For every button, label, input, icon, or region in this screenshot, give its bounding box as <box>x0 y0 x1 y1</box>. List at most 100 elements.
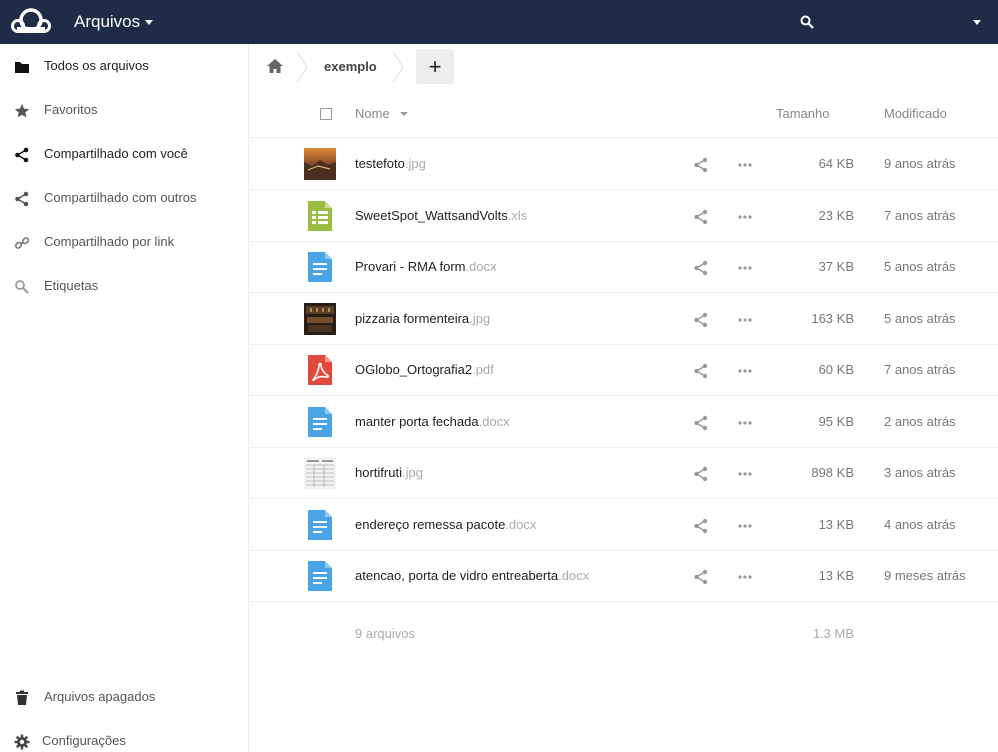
share-icon[interactable] <box>693 260 709 276</box>
file-thumbnail-icon <box>304 302 336 335</box>
table-header: Nome Tamanho Modificado <box>250 94 998 138</box>
file-name[interactable]: endereço remessa pacote.docx <box>355 517 536 532</box>
more-actions-icon[interactable] <box>737 209 753 225</box>
search-icon[interactable] <box>800 15 814 29</box>
breadcrumb-separator-icon <box>392 52 404 82</box>
sidebar-item-label: Arquivos apagados <box>44 689 156 704</box>
breadcrumb-current-folder[interactable]: exemplo <box>324 59 377 74</box>
share-icon[interactable] <box>693 466 709 482</box>
sidebar-item-all-files[interactable]: Todos os arquivos <box>0 44 248 88</box>
share-icon[interactable] <box>693 312 709 328</box>
file-size: 23 KB <box>818 207 854 223</box>
file-modified: 9 meses atrás <box>884 568 966 583</box>
top-header: Arquivos <box>0 0 998 44</box>
file-basename: manter porta fechada <box>355 413 479 429</box>
sidebar-item-shared-with-others[interactable]: Compartilhado com outros <box>0 176 248 220</box>
share-icon[interactable] <box>693 157 709 173</box>
table-row[interactable]: endereço remessa pacote.docx 13 KB 4 anos … <box>250 500 998 551</box>
file-size: 95 KB <box>818 413 854 429</box>
file-extension: .docx <box>465 259 497 274</box>
column-header-name[interactable]: Nome <box>355 106 390 121</box>
share-icon <box>15 191 29 207</box>
share-icon[interactable] <box>693 363 709 379</box>
table-row[interactable]: SweetSpot_WattsandVolts.xls 23 KB 7 anos a… <box>250 191 998 242</box>
table-row[interactable]: OGlobo_Ortografia2.pdf 60 KB 7 anos atrás <box>250 345 998 396</box>
file-name[interactable]: manter porta fechada.docx <box>355 414 510 429</box>
more-actions-icon[interactable] <box>737 260 753 276</box>
sidebar-item-label: Favoritos <box>44 102 98 117</box>
sidebar-item-label: Configurações <box>42 733 126 748</box>
file-modified: 5 anos atrás <box>884 259 956 274</box>
sidebar-item-shared-with-you[interactable]: Compartilhado com você <box>0 132 248 176</box>
sidebar-item-label: Etiquetas <box>44 278 99 293</box>
sidebar-item-tags[interactable]: Etiquetas <box>0 264 248 308</box>
sort-caret-icon[interactable] <box>400 112 408 116</box>
table-row[interactable]: hortifruti.jpg 898 KB 3 anos atrás <box>250 448 998 499</box>
star-icon <box>14 104 30 118</box>
more-actions-icon[interactable] <box>737 415 753 431</box>
sidebar-item-settings[interactable]: Configurações <box>0 719 248 752</box>
file-name[interactable]: hortifruti.jpg <box>355 465 423 480</box>
file-thumbnail-icon <box>304 457 336 489</box>
file-basename: SweetSpot_WattsandVolts <box>355 207 508 223</box>
file-thumbnail-icon <box>304 251 336 283</box>
file-thumbnail-icon <box>304 509 336 541</box>
table-row[interactable]: manter porta fechada.docx 95 KB 2 anos atr… <box>250 397 998 448</box>
file-list-area: exemplo + Nome Tamanho Modificado testef… <box>250 44 998 752</box>
sidebar-item-deleted-files[interactable]: Arquivos apagados <box>0 675 248 719</box>
home-icon[interactable] <box>266 58 284 74</box>
share-icon[interactable] <box>693 209 709 225</box>
more-actions-icon[interactable] <box>737 157 753 173</box>
more-actions-icon[interactable] <box>737 363 753 379</box>
user-menu-caret-icon[interactable] <box>973 20 981 25</box>
more-actions-icon[interactable] <box>737 466 753 482</box>
more-actions-icon[interactable] <box>737 312 753 328</box>
file-name[interactable]: SweetSpot_WattsandVolts.xls <box>355 208 527 223</box>
sidebar-item-label: Compartilhado por link <box>44 234 175 249</box>
sidebar-item-shared-by-link[interactable]: Compartilhado por link <box>0 220 248 264</box>
file-extension: .docx <box>558 568 590 583</box>
file-size: 64 KB <box>818 156 854 171</box>
file-thumbnail-icon <box>304 148 336 180</box>
file-name[interactable]: testefoto.jpg <box>355 156 426 171</box>
share-icon[interactable] <box>693 415 709 431</box>
file-size: 163 KB <box>811 310 854 326</box>
new-file-button[interactable]: + <box>416 49 454 84</box>
file-name[interactable]: OGlobo_Ortografia2.pdf <box>355 362 494 377</box>
table-row[interactable]: testefoto.jpg 64 KB 9 anos atrás <box>250 139 998 190</box>
sidebar-item-favorites[interactable]: Favoritos <box>0 88 248 132</box>
table-row[interactable]: Provari - RMA form.docx 37 KB 5 anos atrás <box>250 242 998 293</box>
more-actions-icon[interactable] <box>737 569 753 585</box>
share-icon[interactable] <box>693 569 709 585</box>
summary-total-size: 1.3 MB <box>812 626 854 641</box>
column-header-size[interactable]: Tamanho <box>776 106 829 121</box>
file-name[interactable]: Provari - RMA form.docx <box>355 259 497 274</box>
app-title[interactable]: Arquivos <box>74 12 140 32</box>
file-extension: .jpg <box>404 156 426 171</box>
file-size: 37 KB <box>818 259 854 274</box>
file-modified: 7 anos atrás <box>884 207 956 223</box>
select-all-checkbox[interactable] <box>320 108 332 120</box>
file-basename: OGlobo_Ortografia2 <box>355 362 473 377</box>
app-menu-caret-icon[interactable] <box>145 20 153 25</box>
file-thumbnail-icon <box>304 560 336 592</box>
column-header-modified[interactable]: Modificado <box>884 106 947 121</box>
file-modified: 9 anos atrás <box>884 156 956 171</box>
breadcrumb-separator-icon <box>296 52 308 82</box>
table-row[interactable]: atencao, porta de vidro entreaberta.docx… <box>250 551 998 602</box>
file-size: 13 KB <box>818 568 854 583</box>
file-basename: pizzaria formenteira <box>355 310 470 326</box>
file-extension: .jpg <box>469 310 491 326</box>
more-actions-icon[interactable] <box>737 518 753 534</box>
file-modified: 4 anos atrás <box>884 516 956 532</box>
file-size: 60 KB <box>818 362 854 377</box>
app-logo-icon[interactable] <box>11 7 51 37</box>
share-icon[interactable] <box>693 518 709 534</box>
file-basename: testefoto <box>355 156 405 171</box>
file-name[interactable]: pizzaria formenteira.jpg <box>355 311 490 326</box>
file-name[interactable]: atencao, porta de vidro entreaberta.docx <box>355 568 589 583</box>
summary-file-count: 9 arquivos <box>355 626 415 641</box>
file-thumbnail-icon <box>304 406 336 438</box>
file-basename: Provari - RMA form <box>355 259 466 274</box>
table-row[interactable]: pizzaria formenteira.jpg 163 KB 5 anos atr… <box>250 294 998 345</box>
